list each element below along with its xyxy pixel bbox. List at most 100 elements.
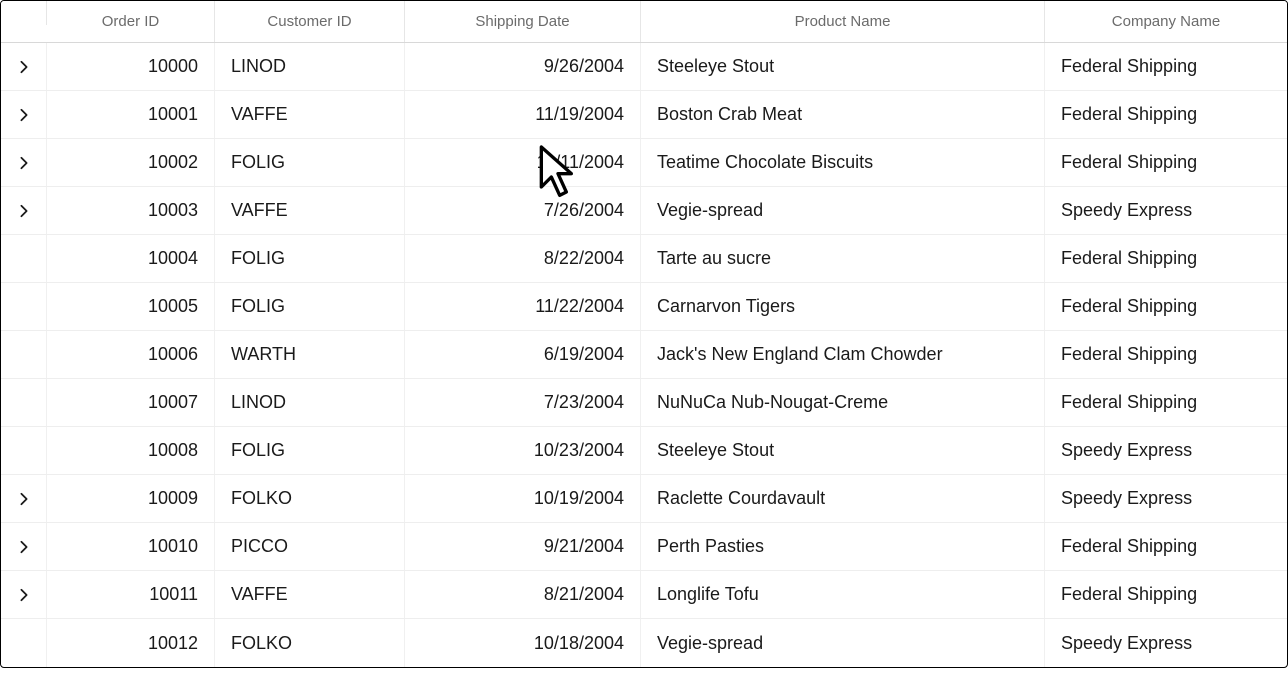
cell-product: Carnarvon Tigers [641, 283, 1045, 330]
cell-customerid: FOLKO [215, 475, 405, 522]
cell-product: Raclette Courdavault [641, 475, 1045, 522]
cell-product: NuNuCa Nub-Nougat-Creme [641, 379, 1045, 426]
cell-orderid: 10010 [47, 523, 215, 570]
cell-product: Longlife Tofu [641, 571, 1045, 618]
expand-cell [1, 331, 47, 378]
cell-customerid: FOLIG [215, 283, 405, 330]
cell-company: Speedy Express [1045, 619, 1287, 667]
table-row[interactable]: 10003VAFFE7/26/2004Vegie-spreadSpeedy Ex… [1, 187, 1287, 235]
grid-body: 10000LINOD9/26/2004Steeleye StoutFederal… [1, 43, 1287, 667]
cell-product: Vegie-spread [641, 619, 1045, 667]
table-row[interactable]: 10009FOLKO10/19/2004Raclette Courdavault… [1, 475, 1287, 523]
cell-product: Teatime Chocolate Biscuits [641, 139, 1045, 186]
cell-customerid: WARTH [215, 331, 405, 378]
expand-cell[interactable] [1, 187, 47, 234]
cell-company: Federal Shipping [1045, 139, 1287, 186]
header-orderid[interactable]: Order ID [47, 1, 215, 42]
cell-customerid: FOLKO [215, 619, 405, 667]
expand-cell[interactable] [1, 523, 47, 570]
cell-shipdate: 8/21/2004 [405, 571, 641, 618]
header-expand [1, 1, 47, 25]
cell-customerid: VAFFE [215, 91, 405, 138]
expand-cell[interactable] [1, 139, 47, 186]
table-row[interactable]: 10008FOLIG10/23/2004Steeleye StoutSpeedy… [1, 427, 1287, 475]
cell-shipdate: 11/11/2004 [405, 139, 641, 186]
expand-cell [1, 379, 47, 426]
header-customerid[interactable]: Customer ID [215, 1, 405, 42]
expand-cell[interactable] [1, 43, 47, 90]
cell-orderid: 10006 [47, 331, 215, 378]
cell-orderid: 10000 [47, 43, 215, 90]
chevron-right-icon[interactable] [17, 60, 31, 74]
cell-product: Vegie-spread [641, 187, 1045, 234]
chevron-right-icon[interactable] [17, 108, 31, 122]
cell-shipdate: 10/23/2004 [405, 427, 641, 474]
grid-header-row: Order ID Customer ID Shipping Date Produ… [1, 1, 1287, 43]
chevron-right-icon[interactable] [17, 492, 31, 506]
cell-orderid: 10003 [47, 187, 215, 234]
cell-orderid: 10001 [47, 91, 215, 138]
cell-company: Federal Shipping [1045, 283, 1287, 330]
cell-product: Steeleye Stout [641, 427, 1045, 474]
table-row[interactable]: 10002FOLIG11/11/2004Teatime Chocolate Bi… [1, 139, 1287, 187]
chevron-right-icon[interactable] [17, 204, 31, 218]
cell-product: Steeleye Stout [641, 43, 1045, 90]
cell-company: Federal Shipping [1045, 91, 1287, 138]
cell-shipdate: 9/26/2004 [405, 43, 641, 90]
cell-product: Boston Crab Meat [641, 91, 1045, 138]
cell-shipdate: 10/18/2004 [405, 619, 641, 667]
cell-customerid: FOLIG [215, 235, 405, 282]
table-row[interactable]: 10005FOLIG11/22/2004Carnarvon TigersFede… [1, 283, 1287, 331]
cell-customerid: LINOD [215, 43, 405, 90]
table-row[interactable]: 10004FOLIG8/22/2004Tarte au sucreFederal… [1, 235, 1287, 283]
table-row[interactable]: 10007LINOD7/23/2004NuNuCa Nub-Nougat-Cre… [1, 379, 1287, 427]
cell-company: Speedy Express [1045, 187, 1287, 234]
cell-customerid: FOLIG [215, 427, 405, 474]
header-product[interactable]: Product Name [641, 1, 1045, 42]
cell-customerid: FOLIG [215, 139, 405, 186]
cell-company: Federal Shipping [1045, 523, 1287, 570]
cell-orderid: 10008 [47, 427, 215, 474]
cell-company: Federal Shipping [1045, 379, 1287, 426]
cell-shipdate: 6/19/2004 [405, 331, 641, 378]
chevron-right-icon[interactable] [17, 540, 31, 554]
cell-orderid: 10005 [47, 283, 215, 330]
table-row[interactable]: 10000LINOD9/26/2004Steeleye StoutFederal… [1, 43, 1287, 91]
cell-customerid: PICCO [215, 523, 405, 570]
cell-orderid: 10007 [47, 379, 215, 426]
cell-shipdate: 7/23/2004 [405, 379, 641, 426]
cell-company: Speedy Express [1045, 475, 1287, 522]
table-row[interactable]: 10010PICCO9/21/2004Perth PastiesFederal … [1, 523, 1287, 571]
cell-company: Federal Shipping [1045, 571, 1287, 618]
cell-orderid: 10002 [47, 139, 215, 186]
cell-shipdate: 9/21/2004 [405, 523, 641, 570]
header-company[interactable]: Company Name [1045, 1, 1287, 42]
expand-cell [1, 619, 47, 667]
cell-orderid: 10009 [47, 475, 215, 522]
header-shipdate[interactable]: Shipping Date [405, 1, 641, 42]
cell-shipdate: 11/22/2004 [405, 283, 641, 330]
chevron-right-icon[interactable] [17, 588, 31, 602]
cell-shipdate: 7/26/2004 [405, 187, 641, 234]
table-row[interactable]: 10001VAFFE11/19/2004Boston Crab MeatFede… [1, 91, 1287, 139]
expand-cell [1, 235, 47, 282]
cell-company: Federal Shipping [1045, 331, 1287, 378]
expand-cell [1, 283, 47, 330]
cell-shipdate: 11/19/2004 [405, 91, 641, 138]
cell-orderid: 10004 [47, 235, 215, 282]
chevron-right-icon[interactable] [17, 156, 31, 170]
expand-cell[interactable] [1, 571, 47, 618]
data-grid: Order ID Customer ID Shipping Date Produ… [0, 0, 1288, 668]
cell-customerid: LINOD [215, 379, 405, 426]
table-row[interactable]: 10011VAFFE8/21/2004Longlife TofuFederal … [1, 571, 1287, 619]
expand-cell [1, 427, 47, 474]
cell-product: Perth Pasties [641, 523, 1045, 570]
cell-orderid: 10011 [47, 571, 215, 618]
cell-shipdate: 10/19/2004 [405, 475, 641, 522]
expand-cell[interactable] [1, 475, 47, 522]
cell-product: Jack's New England Clam Chowder [641, 331, 1045, 378]
expand-cell[interactable] [1, 91, 47, 138]
table-row[interactable]: 10012FOLKO10/18/2004Vegie-spreadSpeedy E… [1, 619, 1287, 667]
table-row[interactable]: 10006WARTH6/19/2004Jack's New England Cl… [1, 331, 1287, 379]
cell-product: Tarte au sucre [641, 235, 1045, 282]
